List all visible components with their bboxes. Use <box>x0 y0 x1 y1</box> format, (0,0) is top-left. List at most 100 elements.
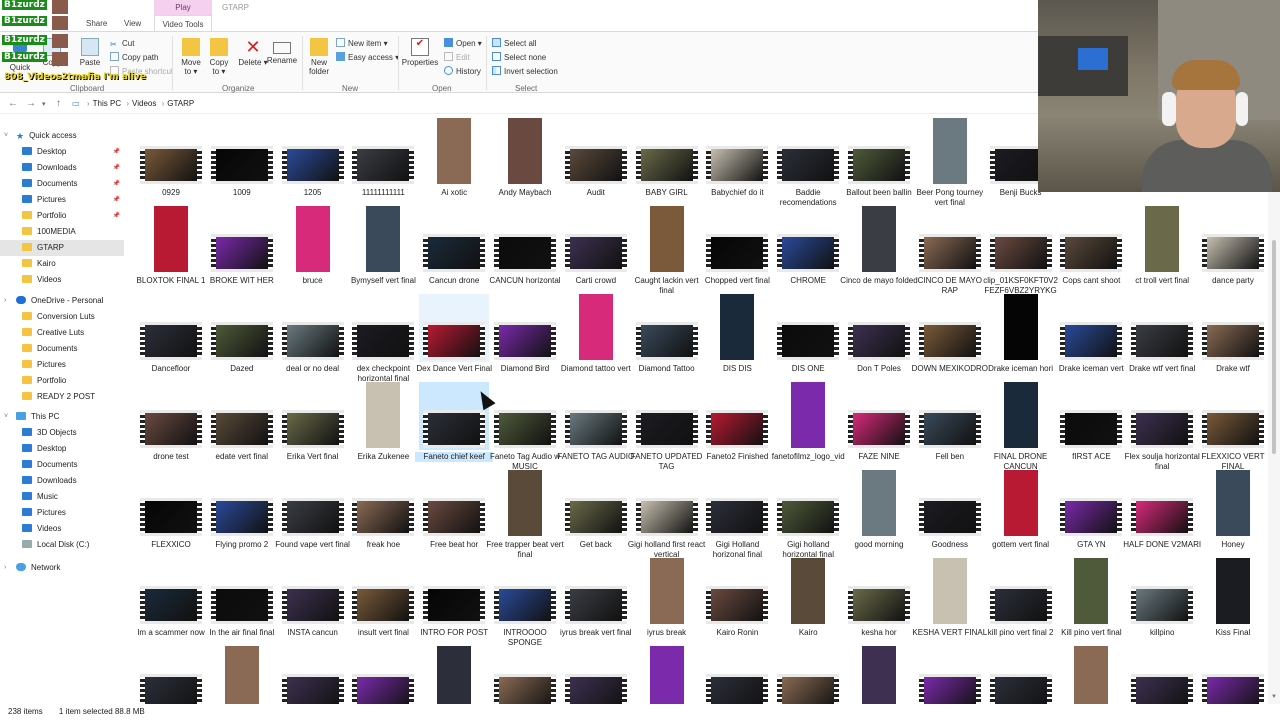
expand-chevron-icon[interactable]: › <box>4 560 6 576</box>
video-thumbnail[interactable] <box>490 118 560 186</box>
video-thumbnail[interactable] <box>207 646 277 704</box>
sidebar-item[interactable]: Portfolio <box>0 373 124 389</box>
select-none-button[interactable]: Select none <box>492 52 546 63</box>
sidebar-item[interactable]: Pictures <box>0 505 124 521</box>
video-thumbnail[interactable] <box>1127 382 1197 450</box>
tab-video-tools[interactable]: Video Tools <box>154 15 212 32</box>
video-thumbnail[interactable] <box>986 558 1056 626</box>
breadcrumb[interactable]: › This PC › Videos › GTARP <box>84 99 194 108</box>
video-thumbnail[interactable] <box>348 558 418 626</box>
video-thumbnail[interactable] <box>773 558 843 626</box>
video-thumbnail[interactable] <box>207 206 277 274</box>
invert-selection-button[interactable]: Invert selection <box>492 66 558 77</box>
video-thumbnail[interactable] <box>915 206 985 274</box>
video-thumbnail[interactable] <box>702 382 772 450</box>
video-thumbnail[interactable] <box>278 646 348 704</box>
video-thumbnail[interactable] <box>986 470 1056 538</box>
video-thumbnail[interactable] <box>1127 206 1197 274</box>
new-folder-button[interactable]: New folder <box>301 38 337 76</box>
open-button[interactable]: Open ▾ <box>444 38 482 49</box>
video-thumbnail[interactable] <box>207 558 277 626</box>
video-thumbnail[interactable] <box>490 470 560 538</box>
tab-play[interactable]: Play <box>154 0 212 15</box>
video-thumbnail[interactable] <box>1056 206 1126 274</box>
video-thumbnail[interactable] <box>278 206 348 274</box>
recent-dropdown-icon[interactable]: ▾ <box>42 100 46 108</box>
video-thumbnail[interactable] <box>136 470 206 538</box>
video-thumbnail[interactable] <box>773 382 843 450</box>
pin-icon[interactable]: 📌 <box>113 144 120 160</box>
video-thumbnail[interactable] <box>702 118 772 186</box>
video-thumbnail[interactable] <box>278 558 348 626</box>
sidebar-item[interactable]: Conversion Luts <box>0 309 124 325</box>
copy-to-button[interactable]: Copy to ▾ <box>201 38 237 76</box>
video-thumbnail[interactable] <box>348 382 418 450</box>
video-thumbnail[interactable] <box>702 206 772 274</box>
video-thumbnail[interactable] <box>773 294 843 362</box>
video-thumbnail[interactable] <box>348 470 418 538</box>
sidebar-item[interactable]: Portfolio 📌 <box>0 208 124 224</box>
sidebar-item[interactable]: Pictures 📌 <box>0 192 124 208</box>
video-thumbnail[interactable] <box>561 206 631 274</box>
video-thumbnail[interactable] <box>986 382 1056 450</box>
history-button[interactable]: History <box>444 66 481 77</box>
sidebar-item[interactable]: Videos <box>0 521 124 537</box>
sidebar-item[interactable]: Creative Luts <box>0 325 124 341</box>
vertical-scrollbar[interactable]: ▲ ▼ <box>1268 114 1280 704</box>
video-thumbnail[interactable] <box>1127 646 1197 704</box>
sidebar-item[interactable]: Kairo <box>0 256 124 272</box>
video-thumbnail[interactable] <box>844 118 914 186</box>
sidebar-network[interactable]: › Network <box>0 560 124 576</box>
paste-button[interactable]: Paste <box>72 38 108 67</box>
video-thumbnail[interactable] <box>490 206 560 274</box>
sidebar-item[interactable]: Downloads 📌 <box>0 160 124 176</box>
collapse-chevron-icon[interactable]: ˅ <box>4 128 8 144</box>
video-thumbnail[interactable] <box>207 294 277 362</box>
video-thumbnail[interactable] <box>1198 470 1267 538</box>
scrollbar-thumb[interactable] <box>1272 240 1276 454</box>
video-thumbnail[interactable] <box>419 646 489 704</box>
sidebar-item[interactable]: Pictures <box>0 357 124 373</box>
video-thumbnail[interactable] <box>702 558 772 626</box>
sidebar-item[interactable]: Videos <box>0 272 124 288</box>
video-thumbnail[interactable] <box>702 646 772 704</box>
video-thumbnail[interactable] <box>561 118 631 186</box>
rename-button[interactable]: Rename <box>264 38 300 65</box>
video-thumbnail[interactable] <box>632 558 702 626</box>
video-thumbnail[interactable] <box>419 470 489 538</box>
video-thumbnail[interactable] <box>915 118 985 186</box>
video-thumbnail[interactable] <box>419 294 490 362</box>
video-thumbnail[interactable] <box>561 558 631 626</box>
video-thumbnail[interactable] <box>490 646 560 704</box>
sidebar-item[interactable]: READY 2 POST <box>0 389 124 405</box>
copy-path-button[interactable]: Copy path <box>110 52 158 63</box>
sidebar-this-pc[interactable]: ˅ This PC <box>0 409 124 425</box>
sidebar-item[interactable]: 100MEDIA <box>0 224 124 240</box>
video-thumbnail[interactable] <box>278 294 348 362</box>
video-thumbnail[interactable] <box>419 558 489 626</box>
video-thumbnail[interactable] <box>1056 646 1126 704</box>
video-thumbnail[interactable] <box>561 382 631 450</box>
video-thumbnail[interactable] <box>773 206 843 274</box>
edit-button[interactable]: Edit <box>444 52 470 63</box>
video-thumbnail[interactable] <box>915 558 985 626</box>
video-thumbnail[interactable] <box>1056 382 1126 450</box>
video-thumbnail[interactable] <box>632 206 702 274</box>
video-thumbnail[interactable] <box>844 294 914 362</box>
pin-icon[interactable]: 📌 <box>113 208 120 224</box>
video-thumbnail[interactable] <box>348 646 418 704</box>
video-thumbnail[interactable] <box>986 646 1056 704</box>
video-thumbnail[interactable] <box>915 382 985 450</box>
video-thumbnail[interactable] <box>986 206 1056 274</box>
video-thumbnail[interactable] <box>278 382 348 450</box>
sidebar-item[interactable]: 3D Objects <box>0 425 124 441</box>
sidebar-item[interactable]: Local Disk (C:) <box>0 537 124 553</box>
breadcrumb-videos[interactable]: Videos <box>132 99 156 108</box>
video-thumbnail[interactable] <box>561 470 631 538</box>
video-thumbnail[interactable] <box>986 294 1056 362</box>
video-thumbnail[interactable] <box>632 382 702 450</box>
tab-view[interactable]: View <box>124 15 141 32</box>
video-thumbnail[interactable] <box>348 118 418 186</box>
sidebar-item[interactable]: Desktop <box>0 441 124 457</box>
video-thumbnail[interactable] <box>136 558 206 626</box>
